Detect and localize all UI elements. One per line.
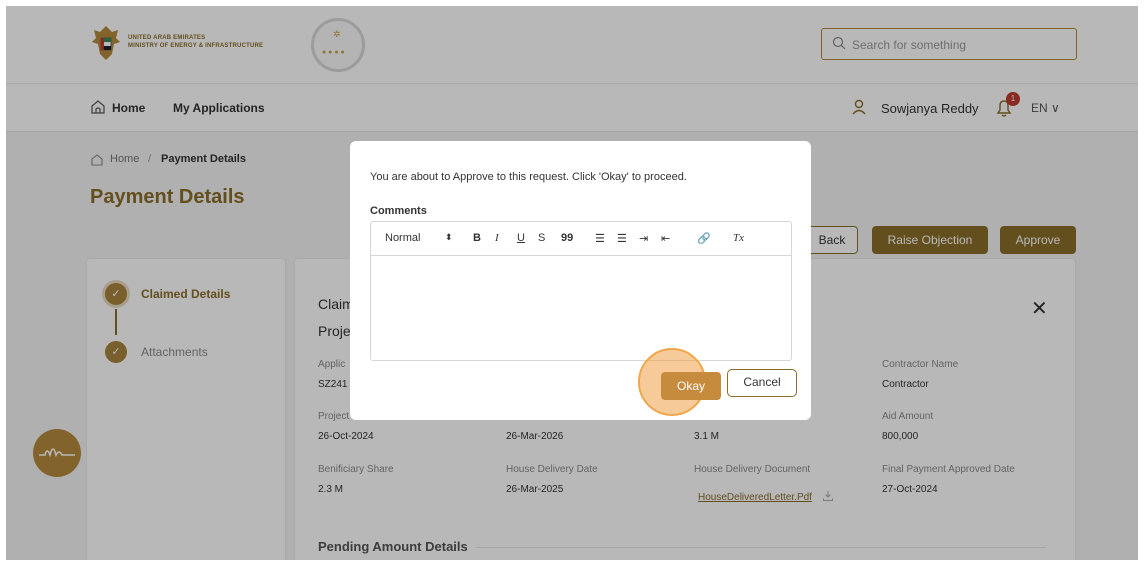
clear-format-button[interactable]: Tx	[733, 232, 744, 244]
cancel-button[interactable]: Cancel	[727, 369, 797, 397]
blockquote-button[interactable]: 99	[561, 232, 573, 244]
bold-button[interactable]: B	[473, 232, 481, 244]
app-frame: UNITED ARAB EMIRATES MINISTRY OF ENERGY …	[6, 6, 1138, 560]
format-dropdown-icon[interactable]: ⬍	[445, 232, 453, 243]
indent-button[interactable]: ⇥	[639, 232, 648, 245]
link-icon[interactable]: 🔗	[697, 232, 711, 245]
italic-button[interactable]: I	[495, 232, 499, 244]
comments-label: Comments	[370, 205, 427, 217]
okay-button[interactable]: Okay	[661, 372, 721, 400]
underline-button[interactable]: U	[517, 232, 525, 244]
modal-message: You are about to Approve to this request…	[370, 171, 687, 183]
strikethrough-button[interactable]: S	[538, 232, 545, 244]
ordered-list-button[interactable]: ☰	[595, 232, 605, 245]
outdent-button[interactable]: ⇤	[661, 232, 670, 245]
bullet-list-button[interactable]: ☰	[617, 232, 627, 245]
editor-toolbar: Normal ⬍ B I U S 99 ☰ ☰ ⇥ ⇤ 🔗 Tx	[371, 222, 791, 256]
format-select[interactable]: Normal	[385, 232, 420, 244]
comments-editor[interactable]: Normal ⬍ B I U S 99 ☰ ☰ ⇥ ⇤ 🔗 Tx	[370, 221, 792, 361]
